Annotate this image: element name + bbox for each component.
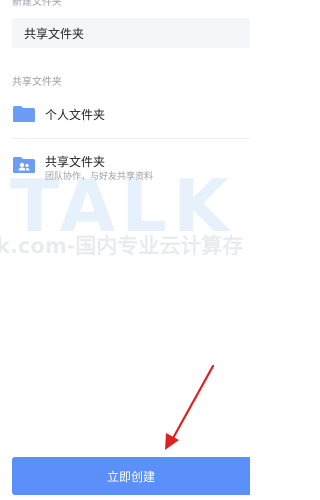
folder-name-input[interactable]: 共享文件夹 (12, 18, 250, 48)
create-now-button[interactable]: 立即创建 (12, 457, 250, 495)
watermark-text: k.com-国内专业云计算存 (0, 234, 244, 258)
divider (12, 138, 250, 139)
new-folder-label: 新建文件夹 (12, 0, 62, 8)
create-now-label: 立即创建 (106, 469, 155, 484)
folder-icon (13, 106, 35, 122)
section-label: 共享文件夹 (12, 77, 62, 88)
option-shared-folder[interactable]: 共享文件夹 团队协作，与好友共享资料 (0, 145, 250, 189)
shared-folder-icon (13, 157, 35, 173)
option-title: 个人文件夹 (45, 108, 106, 122)
option-description: 团队协作，与好友共享资料 (45, 172, 154, 182)
folder-name-value: 共享文件夹 (24, 26, 85, 41)
option-personal-folder[interactable]: 个人文件夹 (0, 92, 250, 136)
option-title: 共享文件夹 (45, 155, 106, 169)
